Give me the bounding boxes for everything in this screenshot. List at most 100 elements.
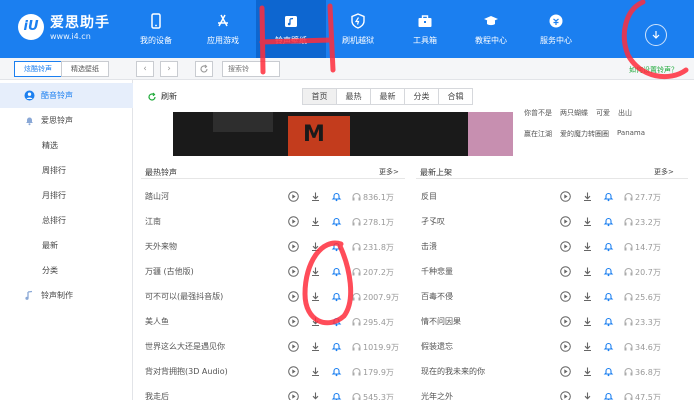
nav-toolbox[interactable]: 工具箱: [390, 0, 460, 58]
download-icon[interactable]: [310, 241, 321, 252]
download-icon[interactable]: [310, 391, 321, 400]
bell-icon[interactable]: [331, 266, 342, 277]
nav-tutorials[interactable]: 教程中心: [456, 0, 526, 58]
sidebar-item-latest[interactable]: 最新: [0, 233, 133, 258]
tab-collections[interactable]: 合辑: [438, 88, 473, 105]
nav-service-center[interactable]: 服务中心: [521, 0, 591, 58]
table-row[interactable]: 击溃 14.7万: [421, 234, 691, 259]
tab-wallpapers[interactable]: 精选壁纸: [61, 61, 109, 77]
bell-icon[interactable]: [603, 391, 614, 400]
banner-image[interactable]: M: [173, 112, 513, 156]
app-logo[interactable]: iU 爱思助手 www.i4.cn: [18, 12, 110, 41]
tab-home[interactable]: 首页: [302, 88, 337, 105]
download-icon[interactable]: [582, 191, 593, 202]
table-row[interactable]: 背对背拥抱(3D Audio) 179.9万: [145, 359, 415, 384]
download-icon[interactable]: [310, 191, 321, 202]
play-icon[interactable]: [288, 266, 299, 277]
play-icon[interactable]: [288, 341, 299, 352]
play-icon[interactable]: [288, 191, 299, 202]
download-icon[interactable]: [310, 366, 321, 377]
bell-icon[interactable]: [331, 191, 342, 202]
download-icon[interactable]: [582, 341, 593, 352]
nav-ringtones-wallpapers[interactable]: 铃声壁纸: [256, 0, 326, 58]
download-icon[interactable]: [582, 216, 593, 227]
play-icon[interactable]: [560, 191, 571, 202]
sidebar-item-category[interactable]: 分类: [0, 258, 133, 283]
table-row[interactable]: 假装遗忘 34.6万: [421, 334, 691, 359]
play-icon[interactable]: [560, 391, 571, 400]
download-manager-button[interactable]: [645, 24, 667, 46]
tab-newest[interactable]: 最新: [370, 88, 405, 105]
download-icon[interactable]: [310, 291, 321, 302]
download-icon[interactable]: [582, 266, 593, 277]
bell-icon[interactable]: [603, 291, 614, 302]
back-button[interactable]: ‹: [136, 61, 154, 77]
download-icon[interactable]: [582, 366, 593, 377]
search-input[interactable]: [222, 61, 280, 77]
bell-icon[interactable]: [603, 341, 614, 352]
table-row[interactable]: 百毒不侵 25.6万: [421, 284, 691, 309]
bell-icon[interactable]: [603, 216, 614, 227]
forward-button[interactable]: ›: [160, 61, 178, 77]
bell-icon[interactable]: [603, 241, 614, 252]
hot-tag[interactable]: 赢在江湖: [524, 129, 552, 139]
play-icon[interactable]: [288, 216, 299, 227]
hot-tag[interactable]: 两只蝴蝶: [560, 108, 588, 118]
table-row[interactable]: 现在的我未来的你 36.8万: [421, 359, 691, 384]
nav-my-device[interactable]: 我的设备: [121, 0, 191, 58]
sidebar-item-aisi[interactable]: 爱思铃声: [0, 108, 133, 133]
refresh-button[interactable]: 刷新: [147, 91, 177, 102]
table-row[interactable]: 万疆 (古他版) 207.2万: [145, 259, 415, 284]
hottest-more-link[interactable]: 更多>: [379, 167, 399, 177]
hot-tag[interactable]: 你曾不是: [524, 108, 552, 118]
sidebar-item-total[interactable]: 总排行: [0, 208, 133, 233]
sidebar-item-monthly[interactable]: 月排行: [0, 183, 133, 208]
table-row[interactable]: 世界这么大还是遇见你 1019.9万: [145, 334, 415, 359]
nav-apps-games[interactable]: 应用游戏: [188, 0, 258, 58]
bell-icon[interactable]: [603, 316, 614, 327]
download-icon[interactable]: [582, 391, 593, 400]
play-icon[interactable]: [560, 266, 571, 277]
howto-set-ringtone-link[interactable]: 如何设置铃声？: [629, 65, 678, 75]
hot-tag[interactable]: 爱的魔力转圈圈: [560, 129, 609, 139]
table-row[interactable]: 可不可以(最强抖音版) 2007.9万: [145, 284, 415, 309]
bell-icon[interactable]: [331, 241, 342, 252]
table-row[interactable]: 孑孓叹 23.2万: [421, 209, 691, 234]
tab-hottest[interactable]: 最热: [336, 88, 371, 105]
table-row[interactable]: 光年之外 47.5万: [421, 384, 691, 400]
bell-icon[interactable]: [331, 216, 342, 227]
bell-icon[interactable]: [331, 316, 342, 327]
reload-button[interactable]: [195, 61, 213, 77]
bell-icon[interactable]: [331, 291, 342, 302]
sidebar-item-ringtone-maker[interactable]: 铃声制作: [0, 283, 133, 308]
bell-icon[interactable]: [331, 341, 342, 352]
table-row[interactable]: 踏山河 836.1万: [145, 184, 415, 209]
download-icon[interactable]: [582, 291, 593, 302]
hot-tag[interactable]: 出山: [618, 108, 632, 118]
bell-icon[interactable]: [603, 191, 614, 202]
play-icon[interactable]: [560, 316, 571, 327]
table-row[interactable]: 美人鱼 295.4万: [145, 309, 415, 334]
tab-ringtones[interactable]: 炫酷铃声: [14, 61, 62, 77]
play-icon[interactable]: [288, 291, 299, 302]
table-row[interactable]: 天外来物 231.8万: [145, 234, 415, 259]
play-icon[interactable]: [288, 391, 299, 400]
download-icon[interactable]: [582, 316, 593, 327]
play-icon[interactable]: [560, 241, 571, 252]
play-icon[interactable]: [288, 366, 299, 377]
play-icon[interactable]: [560, 341, 571, 352]
table-row[interactable]: 我走后 545.3万: [145, 384, 415, 400]
sidebar-item-weekly[interactable]: 周排行: [0, 158, 133, 183]
bell-icon[interactable]: [331, 366, 342, 377]
table-row[interactable]: 反目 27.7万: [421, 184, 691, 209]
download-icon[interactable]: [310, 316, 321, 327]
play-icon[interactable]: [288, 241, 299, 252]
table-row[interactable]: 情不问因果 23.3万: [421, 309, 691, 334]
play-icon[interactable]: [288, 316, 299, 327]
bell-icon[interactable]: [603, 266, 614, 277]
tab-category[interactable]: 分类: [404, 88, 439, 105]
play-icon[interactable]: [560, 216, 571, 227]
download-icon[interactable]: [310, 341, 321, 352]
hot-tag[interactable]: 可爱: [596, 108, 610, 118]
bell-icon[interactable]: [331, 391, 342, 400]
